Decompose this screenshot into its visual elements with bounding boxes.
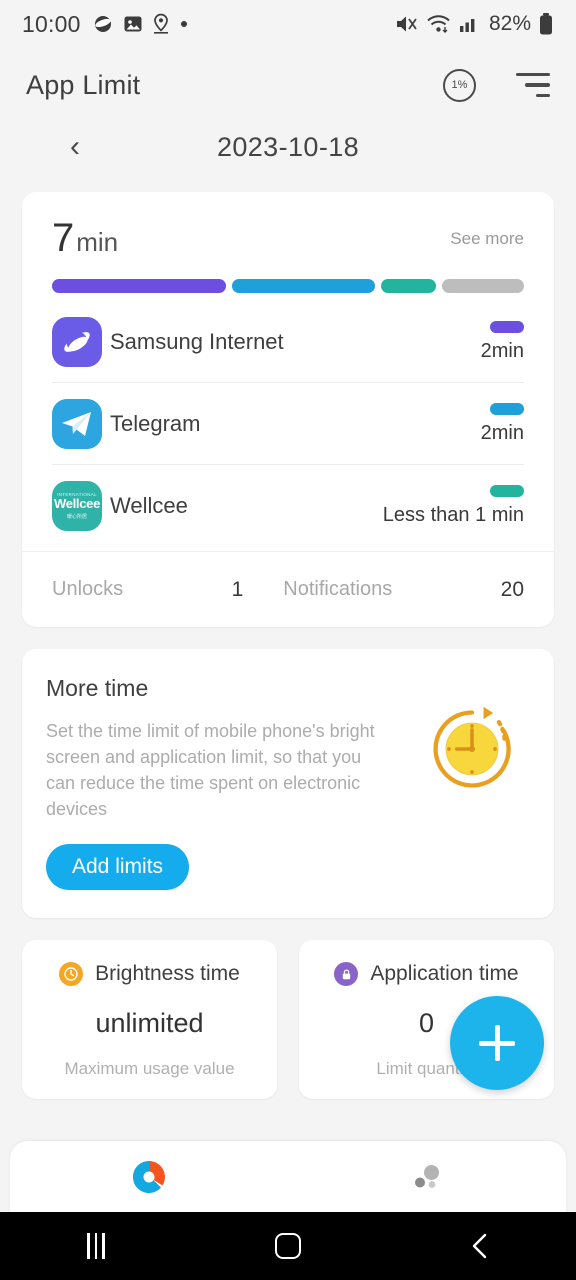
wellcee-icon: INTERNATIONAL Wellcee 暖心所居 xyxy=(52,481,102,531)
clock-icon xyxy=(59,962,84,987)
app-color-chip-0 xyxy=(490,320,524,333)
mute-icon xyxy=(396,16,417,32)
status-bar: 10:00 82% xyxy=(0,0,576,48)
total-usage-unit: min xyxy=(76,227,119,257)
nav-item-bubbles[interactable] xyxy=(288,1156,566,1198)
back-icon xyxy=(472,1233,487,1259)
brightness-card-title: Brightness time xyxy=(95,962,240,986)
recents-button[interactable] xyxy=(0,1233,192,1259)
wellcee-icon-bottom-text: 暖心所居 xyxy=(66,514,87,520)
lock-icon xyxy=(334,962,359,987)
notifications-value: 20 xyxy=(500,577,524,601)
app-usage: 2min xyxy=(480,402,524,445)
application-card-header: Application time xyxy=(299,962,554,987)
dot-icon xyxy=(180,21,187,27)
unlocks-label: Unlocks xyxy=(52,578,124,600)
total-usage-value: 7 xyxy=(52,216,75,260)
telegram-icon xyxy=(52,398,102,449)
brightness-time-card[interactable]: Brightness time unlimited Maximum usage … xyxy=(22,940,277,1100)
samsung-internet-icon xyxy=(52,316,102,367)
clock-icon xyxy=(433,706,511,788)
date-nav: ‹ 2023-10-18 xyxy=(0,116,576,178)
app-screen: 10:00 82% App Limit 1% ‹ 2023-10-18 7 mi… xyxy=(0,0,576,1280)
bottom-nav xyxy=(10,1141,566,1213)
back-button[interactable] xyxy=(384,1231,576,1261)
add-limit-fab[interactable] xyxy=(450,996,544,1090)
wellcee-icon-wordmark: Wellcee xyxy=(53,496,101,511)
usage-summary-card: 7 min See more Samsung Internet 2min Tel… xyxy=(22,192,554,627)
summary-header: 7 min See more xyxy=(22,216,554,261)
nav-item-statistics[interactable] xyxy=(10,1156,288,1198)
app-usage-list: Samsung Internet 2min Telegram 2min INTE… xyxy=(22,293,554,547)
app-time: Less than 1 min xyxy=(382,504,524,526)
app-bar: App Limit 1% xyxy=(0,54,576,116)
more-time-card: More time Set the time limit of mobile p… xyxy=(22,649,554,919)
app-name: Wellcee xyxy=(110,493,188,518)
table-row[interactable]: Telegram 2min xyxy=(52,383,524,465)
bubbles-icon xyxy=(415,1165,439,1188)
recents-icon xyxy=(87,1233,105,1259)
usage-stats-row: Unlocks 1 Notifications 20 xyxy=(22,551,554,627)
current-date[interactable]: 2023-10-18 xyxy=(217,132,359,163)
page-title: App Limit xyxy=(26,69,141,100)
segment-3 xyxy=(442,279,524,293)
status-time: 10:00 xyxy=(22,10,81,37)
table-row[interactable]: Samsung Internet 2min xyxy=(52,301,524,383)
app-name: Telegram xyxy=(110,410,201,436)
home-button[interactable] xyxy=(192,1233,384,1259)
segment-1 xyxy=(231,279,375,293)
percent-badge[interactable]: 1% xyxy=(443,68,476,102)
app-bar-actions: 1% xyxy=(443,68,550,102)
segment-2 xyxy=(380,279,437,293)
sort-icon[interactable] xyxy=(516,73,550,97)
notifications-label: Notifications xyxy=(283,578,393,600)
app-color-chip-1 xyxy=(490,402,524,415)
application-card-title: Application time xyxy=(370,962,519,986)
app-name: Samsung Internet xyxy=(110,328,284,354)
system-nav-bar xyxy=(0,1212,576,1280)
add-limits-button[interactable]: Add limits xyxy=(46,844,190,891)
wifi-icon xyxy=(427,15,450,33)
plus-icon xyxy=(479,1025,515,1061)
app-usage: Less than 1 min xyxy=(383,485,524,527)
donut-chart-icon xyxy=(132,1160,165,1193)
samsung-internet-icon xyxy=(94,16,111,32)
app-time: 2min xyxy=(480,421,524,444)
chevron-left-icon[interactable]: ‹ xyxy=(70,132,80,162)
home-icon xyxy=(275,1233,301,1259)
segment-0 xyxy=(52,279,226,293)
more-time-description: Set the time limit of mobile phone's bri… xyxy=(46,721,375,820)
more-time-title: More time xyxy=(46,675,149,701)
app-usage: 2min xyxy=(480,320,524,363)
brightness-card-subtitle: Maximum usage value xyxy=(64,1059,235,1079)
battery-icon xyxy=(540,13,552,35)
status-left-icons xyxy=(92,13,189,35)
signal-icon xyxy=(459,19,475,32)
status-right-icons: 82% xyxy=(394,12,554,36)
location-pin-icon xyxy=(153,13,168,34)
app-color-chip-2 xyxy=(490,485,524,497)
battery-percent: 82% xyxy=(488,12,531,35)
brightness-card-header: Brightness time xyxy=(22,962,277,987)
table-row[interactable]: INTERNATIONAL Wellcee 暖心所居 Wellcee Less … xyxy=(52,465,524,547)
app-time: 2min xyxy=(480,339,524,362)
see-more-link[interactable]: See more xyxy=(450,229,524,249)
gallery-icon xyxy=(124,16,142,32)
brightness-card-value: unlimited xyxy=(95,1008,204,1039)
usage-segment-bar xyxy=(22,261,554,293)
unlocks-value: 1 xyxy=(231,577,244,601)
